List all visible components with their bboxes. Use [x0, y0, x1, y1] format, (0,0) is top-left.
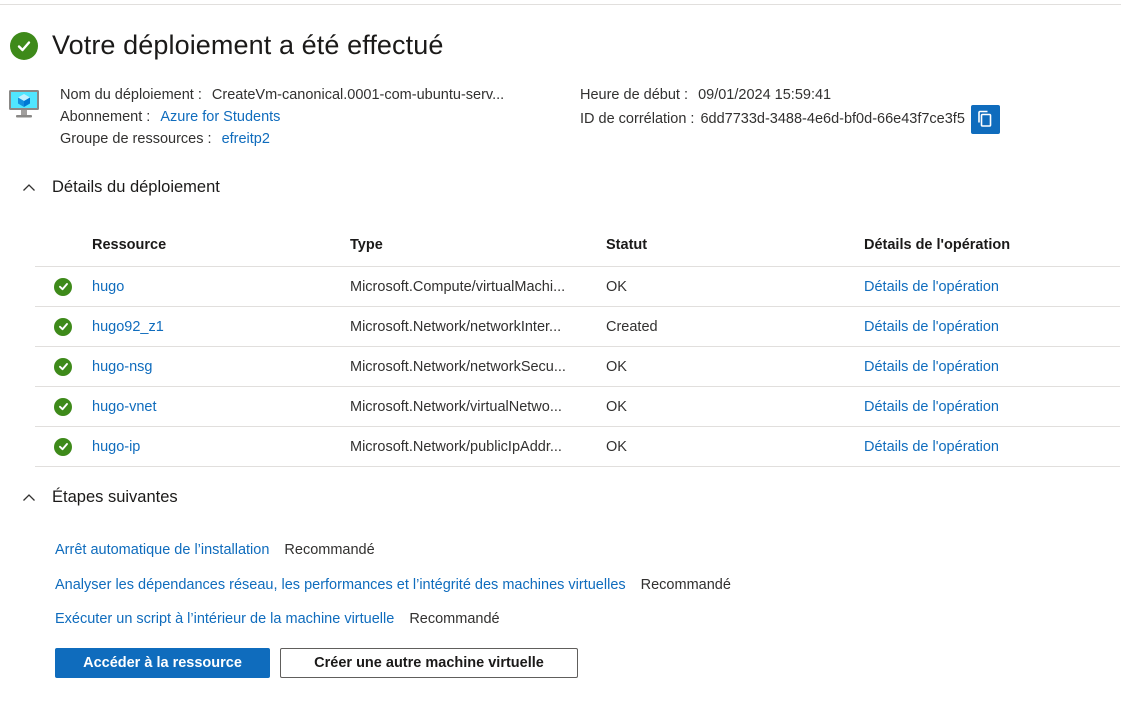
- go-to-resource-button[interactable]: Accéder à la ressource: [55, 648, 270, 678]
- next-steps-list: Arrêt automatique de l’installation Reco…: [55, 533, 731, 637]
- resource-status: OK: [606, 398, 627, 415]
- table-row: hugo Microsoft.Compute/virtualMachi... O…: [35, 267, 1120, 307]
- resource-link[interactable]: hugo-nsg: [92, 359, 152, 375]
- correlation-id-value: 6dd7733d-3488-4e6d-bf0d-66e43f7ce3f5: [700, 111, 965, 127]
- copy-icon[interactable]: [970, 104, 1000, 134]
- page-header: Votre déploiement a été effectué: [10, 30, 443, 61]
- correlation-id-label: ID de corrélation :: [580, 111, 695, 127]
- resource-status: OK: [606, 438, 627, 455]
- row-status-cell: [35, 357, 92, 376]
- deployment-details-toggle[interactable]: Détails du déploiement: [22, 178, 220, 197]
- list-item: Arrêt automatique de l’installation Reco…: [55, 533, 731, 568]
- column-type: Type: [350, 237, 383, 253]
- resource-status: OK: [606, 278, 627, 295]
- list-item: Exécuter un script à l’intérieur de la m…: [55, 602, 731, 637]
- create-another-vm-button[interactable]: Créer une autre machine virtuelle: [280, 648, 578, 678]
- operation-details-link[interactable]: Détails de l'opération: [864, 359, 999, 375]
- resource-status: OK: [606, 358, 627, 375]
- virtual-machine-icon: [8, 88, 40, 120]
- subscription-link[interactable]: Azure for Students: [160, 109, 280, 125]
- next-steps-title: Étapes suivantes: [52, 488, 178, 506]
- operation-details-link[interactable]: Détails de l'opération: [864, 439, 999, 455]
- success-check-icon: [54, 317, 72, 336]
- page-title: Votre déploiement a été effectué: [52, 30, 444, 60]
- resource-link[interactable]: hugo-ip: [92, 439, 140, 455]
- start-time-label: Heure de début :: [580, 87, 689, 103]
- resource-type: Microsoft.Network/networkInter...: [350, 318, 562, 335]
- deployment-name-label: Nom du déploiement :: [60, 87, 202, 103]
- resource-type: Microsoft.Compute/virtualMachi...: [350, 278, 566, 295]
- table-row: hugo-ip Microsoft.Network/publicIpAddr..…: [35, 427, 1120, 467]
- column-resource: Ressource: [92, 237, 167, 253]
- table-row: hugo92_z1 Microsoft.Network/networkInter…: [35, 307, 1120, 347]
- deployment-details-table: Ressource Type Statut Détails de l'opéra…: [35, 224, 1120, 467]
- deployment-details-title: Détails du déploiement: [52, 178, 220, 196]
- next-steps-toggle[interactable]: Étapes suivantes: [22, 488, 178, 507]
- step-link-auto-shutdown[interactable]: Arrêt automatique de l’installation: [55, 542, 269, 558]
- chevron-up-icon: [22, 491, 36, 505]
- list-item: Analyser les dépendances réseau, les per…: [55, 568, 731, 603]
- resource-type: Microsoft.Network/networkSecu...: [350, 358, 566, 375]
- deployment-meta-left: Nom du déploiement : CreateVm-canonical.…: [60, 84, 504, 150]
- success-check-icon: [54, 437, 72, 456]
- column-status: Statut: [606, 237, 648, 253]
- resource-group-link[interactable]: efreitp2: [222, 131, 270, 147]
- operation-details-link[interactable]: Détails de l'opération: [864, 319, 999, 335]
- resource-link[interactable]: hugo: [92, 279, 124, 295]
- resource-type: Microsoft.Network/virtualNetwo...: [350, 398, 562, 415]
- row-status-cell: [35, 397, 92, 416]
- resource-link[interactable]: hugo92_z1: [92, 319, 164, 335]
- recommended-tag: Recommandé: [640, 576, 731, 593]
- row-status-cell: [35, 437, 92, 456]
- success-check-icon: [54, 397, 72, 416]
- resource-type: Microsoft.Network/publicIpAddr...: [350, 438, 562, 455]
- row-status-cell: [35, 277, 92, 296]
- top-divider: [0, 4, 1121, 5]
- chevron-up-icon: [22, 181, 36, 195]
- start-time-value: 09/01/2024 15:59:41: [698, 87, 832, 103]
- operation-details-link[interactable]: Détails de l'opération: [864, 279, 999, 295]
- column-operation-details: Détails de l'opération: [864, 237, 1011, 253]
- table-row: hugo-vnet Microsoft.Network/virtualNetwo…: [35, 387, 1120, 427]
- step-link-analyze-dependencies[interactable]: Analyser les dépendances réseau, les per…: [55, 577, 626, 593]
- success-check-icon: [10, 31, 38, 60]
- table-row: hugo-nsg Microsoft.Network/networkSecu..…: [35, 347, 1120, 387]
- step-link-run-script[interactable]: Exécuter un script à l’intérieur de la m…: [55, 611, 394, 627]
- recommended-tag: Recommandé: [284, 542, 375, 559]
- subscription-label: Abonnement :: [60, 109, 151, 125]
- resource-group-label: Groupe de ressources :: [60, 131, 212, 147]
- action-buttons: Accéder à la ressource Créer une autre m…: [55, 648, 578, 678]
- success-check-icon: [54, 277, 72, 296]
- recommended-tag: Recommandé: [409, 611, 500, 628]
- resource-status: Created: [606, 318, 658, 335]
- operation-details-link[interactable]: Détails de l'opération: [864, 399, 999, 415]
- deployment-meta-right: Heure de début : 09/01/2024 15:59:41 ID …: [580, 84, 1000, 134]
- resource-link[interactable]: hugo-vnet: [92, 399, 157, 415]
- deployment-name-value: CreateVm-canonical.0001-com-ubuntu-serv.…: [211, 87, 505, 103]
- success-check-icon: [54, 357, 72, 376]
- row-status-cell: [35, 317, 92, 336]
- table-header: Ressource Type Statut Détails de l'opéra…: [35, 224, 1120, 267]
